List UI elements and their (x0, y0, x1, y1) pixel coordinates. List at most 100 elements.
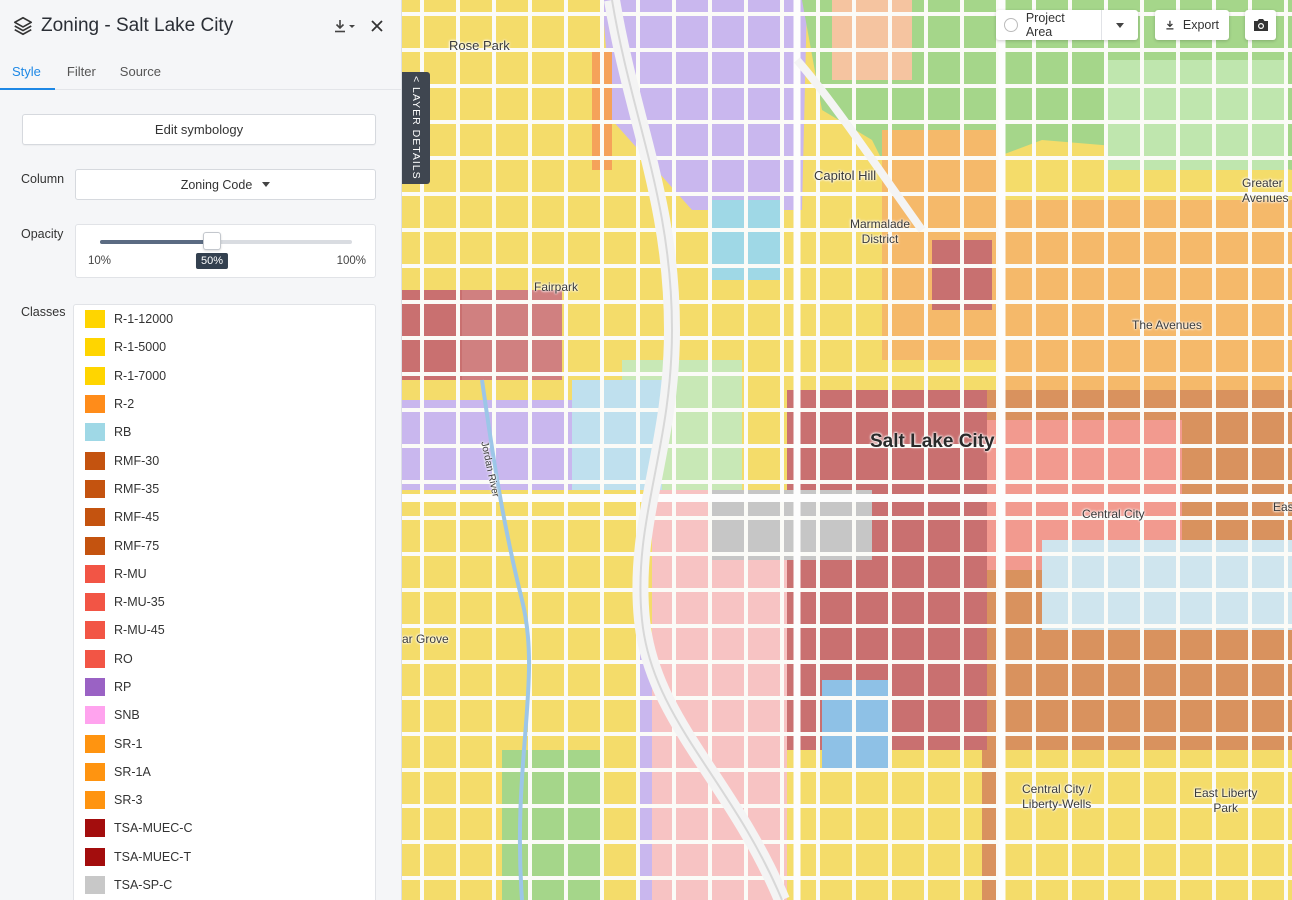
place-label-east: Eas (1273, 500, 1292, 514)
business-zone (822, 680, 892, 770)
edit-symbology-button[interactable]: Edit symbology (22, 114, 376, 145)
class-item: RO (74, 645, 375, 673)
class-label: RMF-35 (114, 481, 160, 496)
opacity-min-label: 10% (88, 255, 112, 267)
class-label: RMF-30 (114, 453, 160, 468)
class-swatch[interactable] (85, 536, 105, 555)
project-area-dropdown[interactable] (1102, 22, 1138, 28)
class-label: SNB (114, 708, 140, 723)
class-item: RB (74, 418, 375, 446)
class-item: RMF-35 (74, 475, 375, 503)
class-swatch[interactable] (85, 366, 105, 385)
class-swatch[interactable] (85, 593, 105, 612)
class-swatch[interactable] (85, 847, 105, 866)
close-icon (371, 20, 383, 32)
class-swatch[interactable] (85, 678, 105, 696)
class-swatch[interactable] (85, 621, 105, 640)
export-label: Export (1182, 18, 1219, 32)
layer-details-toggle[interactable]: < LAYER DETAILS (402, 72, 430, 184)
class-label: SR-1 (114, 736, 143, 751)
class-label: R-1-12000 (114, 312, 174, 327)
place-label-the-avenues: The Avenues (1132, 318, 1202, 332)
column-select-value: Zoning Code (180, 177, 253, 192)
opacity-slider-fill (100, 240, 212, 244)
class-swatch[interactable] (85, 819, 105, 838)
class-swatch[interactable] (85, 395, 105, 414)
chevron-down-icon (349, 25, 355, 28)
opacity-label: Opacity (21, 227, 64, 241)
class-label: RMF-75 (114, 538, 160, 553)
class-label: R-MU-35 (114, 595, 165, 610)
classes-list: R-1-12000 R-1-5000 R-1-7000 R-2 RB RMF-30 RMF-… (73, 304, 376, 900)
tab-source[interactable]: Source (108, 64, 173, 89)
caret-down-icon (1116, 22, 1124, 28)
download-icon (1166, 20, 1174, 30)
class-swatch[interactable] (85, 876, 105, 895)
class-swatch[interactable] (85, 310, 105, 329)
class-item: TSA-MUEC-C (74, 814, 375, 842)
class-item: SNB (74, 701, 375, 729)
class-item: SR-3 (74, 786, 375, 814)
place-label-marmalade-district: Marmalade District (850, 217, 911, 246)
place-label-glendale: ar Grove (402, 632, 449, 646)
place-label-fairpark: Fairpark (534, 280, 579, 294)
layer-panel: Zoning - Salt Lake City Style Filter Sou… (0, 0, 402, 900)
place-label-east-liberty-park: East Liberty Park (1194, 786, 1258, 815)
layers-icon (13, 16, 33, 36)
export-button[interactable]: Export (1155, 10, 1229, 40)
download-menu-button[interactable] (333, 19, 357, 33)
class-swatch[interactable] (85, 423, 105, 442)
class-swatch[interactable] (85, 734, 105, 753)
screenshot-button[interactable] (1245, 10, 1276, 40)
class-label: SR-1A (114, 764, 151, 779)
project-area-button[interactable]: Project Area (996, 10, 1102, 40)
class-swatch[interactable] (85, 508, 105, 527)
tab-style[interactable]: Style (0, 64, 55, 90)
opacity-value-label: 50% (195, 253, 229, 269)
class-label: R-1-7000 (114, 368, 167, 383)
classes-label: Classes (21, 305, 66, 319)
class-swatch[interactable] (85, 451, 105, 470)
column-select[interactable]: Zoning Code (75, 169, 376, 200)
class-swatch[interactable] (85, 338, 105, 357)
class-item: R-MU-35 (74, 588, 375, 616)
close-button[interactable] (365, 14, 389, 38)
class-label: R-2 (114, 397, 135, 412)
class-item: TSA-MUEC-T (74, 843, 375, 871)
class-label: R-MU (114, 566, 147, 581)
zoning-map[interactable] (402, 0, 1292, 900)
opacity-slider-thumb[interactable] (203, 232, 221, 250)
class-item: RMF-30 (74, 446, 375, 474)
class-swatch[interactable] (85, 791, 105, 810)
class-swatch[interactable] (85, 649, 105, 668)
class-label: RO (114, 651, 133, 666)
download-icon (335, 20, 345, 33)
class-label: RB (114, 425, 132, 440)
place-label-capitol-hill: Capitol Hill (814, 168, 877, 183)
class-item: R-MU (74, 560, 375, 588)
class-label: TSA-MUEC-C (114, 821, 193, 836)
golf-course (1107, 60, 1287, 170)
map-view[interactable]: < LAYER DETAILS Project Area Export Rose… (402, 0, 1292, 900)
class-swatch[interactable] (85, 762, 105, 781)
class-label: TSA-MUEC-T (114, 849, 192, 864)
project-area-control: Project Area (996, 10, 1138, 40)
layer-details-label: < LAYER DETAILS (410, 76, 422, 180)
class-swatch[interactable] (85, 479, 105, 498)
opacity-slider[interactable] (100, 232, 352, 250)
class-item: SR-1A (74, 758, 375, 786)
class-item: R-1-12000 (74, 305, 375, 333)
class-label: R-1-5000 (114, 340, 167, 355)
class-swatch[interactable] (85, 706, 105, 725)
class-item: R-1-5000 (74, 333, 375, 361)
place-label-rose-park: Rose Park (449, 38, 510, 53)
class-item: R-MU-45 (74, 616, 375, 644)
place-label-greater-avenues: Greater Avenues (1242, 176, 1289, 205)
circle-icon (1004, 18, 1018, 32)
tab-filter[interactable]: Filter (55, 64, 108, 89)
place-label-central-city-liberty-wells: Central City / Liberty-Wells (1022, 782, 1092, 811)
panel-header: Zoning - Salt Lake City (0, 0, 401, 52)
panel-tabs: Style Filter Source (0, 52, 401, 90)
class-item: R-2 (74, 390, 375, 418)
class-swatch[interactable] (85, 564, 105, 583)
